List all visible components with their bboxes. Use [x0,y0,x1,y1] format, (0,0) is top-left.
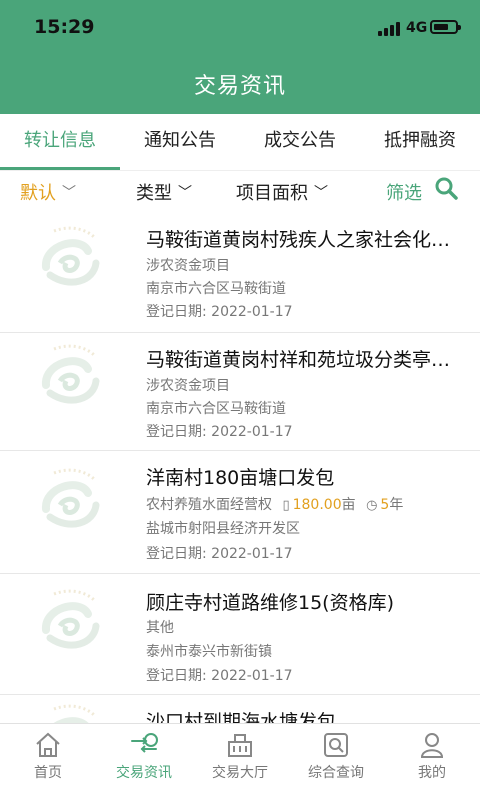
tabbar-query[interactable]: 综合查询 [288,730,384,782]
chevron-down-icon: ﹀ [62,185,76,201]
status-time: 15:29 [34,16,95,38]
item-term-unit: 年 [389,497,404,513]
tabbar-mine[interactable]: 我的 [384,730,480,782]
tabbar-home[interactable]: 首页 [0,730,96,782]
project-logo-icon [42,344,100,404]
map-icon: ▯ [282,498,290,513]
item-date: 登记日期: 2022-01-17 [146,546,293,562]
project-list[interactable]: 马鞍街道黄岗村残疾人之家社会化… 涉农资金项目 南京市六合区马鞍街道 登记日期:… [0,215,480,723]
area-dropdown[interactable]: 项目面积 ﹀ [236,179,328,205]
tabbar-query-label: 综合查询 [308,765,364,781]
user-icon [420,733,444,758]
project-logo-icon [42,226,100,286]
category-tabs: 转让信息 通知公告 成交公告 抵押融资 [0,114,480,170]
list-item[interactable]: 马鞍街道黄岗村祥和苑垃圾分类亭… 涉农资金项目 南京市六合区马鞍街道 登记日期:… [0,333,480,451]
list-item[interactable]: 沙口村到期海水塘发包 [0,695,480,723]
chevron-down-icon: ﹀ [314,185,328,201]
item-category: 农村养殖水面经营权 [146,497,272,513]
list-item[interactable]: 马鞍街道黄岗村残疾人之家社会化… 涉农资金项目 南京市六合区马鞍街道 登记日期:… [0,215,480,333]
item-location: 南京市六合区马鞍街道 [146,281,286,297]
tab-mortgage-finance[interactable]: 抵押融资 [360,114,480,170]
tabbar-news[interactable]: 交易资讯 [96,730,192,782]
area-label: 项目面积 [236,183,308,204]
item-term-value: 5 [380,497,390,513]
item-title: 马鞍街道黄岗村残疾人之家社会化… [146,229,451,251]
news-icon [131,733,158,753]
tabbar-home-label: 首页 [34,765,62,781]
filter-button[interactable]: 筛选 [386,179,422,205]
search-icon[interactable] [434,176,458,200]
item-info-line: 农村养殖水面经营权 ▯ 180.00亩 ◷ 5年 [146,494,403,514]
type-label: 类型 [136,183,172,204]
item-title: 马鞍街道黄岗村祥和苑垃圾分类亭… [146,349,451,371]
tabbar-hall[interactable]: 交易大厅 [192,730,288,782]
item-date: 登记日期: 2022-01-17 [146,304,293,320]
filter-bar: 默认 ﹀ 类型 ﹀ 项目面积 ﹀ 筛选 [0,170,480,215]
battery-icon [430,20,461,34]
type-dropdown[interactable]: 类型 ﹀ [136,179,192,205]
list-item[interactable]: 洋南村180亩塘口发包 农村养殖水面经营权 ▯ 180.00亩 ◷ 5年 盐城市射阳… [0,451,480,574]
item-date: 登记日期: 2022-01-17 [146,424,293,440]
sort-default-dropdown[interactable]: 默认 ﹀ [20,179,76,205]
item-area-unit: 亩 [341,497,356,513]
filter-label: 筛选 [386,183,422,204]
status-bar: 15:29 4G [0,0,480,56]
building-icon [228,734,252,757]
bottom-tab-bar: 首页 交易资讯 交易大厅 综合查询 我的 [0,723,480,801]
item-location: 南京市六合区马鞍街道 [146,401,286,417]
network-label: 4G [406,20,428,36]
project-logo-icon [42,589,100,649]
item-category: 其他 [146,620,174,636]
home-icon [36,732,60,757]
project-logo-icon [42,468,100,528]
tab-notice[interactable]: 通知公告 [120,114,240,170]
item-category: 涉农资金项目 [146,258,230,274]
tab-deal-announcement[interactable]: 成交公告 [240,114,360,170]
item-location: 泰州市泰兴市新街镇 [146,644,272,660]
sort-default-label: 默认 [20,183,56,204]
project-logo-icon [53,704,96,723]
top-header: 15:29 4G 交易资讯 [0,0,480,114]
query-icon [324,733,348,757]
item-category: 涉农资金项目 [146,378,230,394]
signal-icon [378,22,402,36]
tabbar-news-label: 交易资讯 [116,765,172,781]
item-date: 登记日期: 2022-01-17 [146,668,293,684]
page-title: 交易资讯 [193,74,286,99]
tab-transfer-info[interactable]: 转让信息 [0,114,120,170]
tabbar-mine-label: 我的 [418,765,446,781]
item-location: 盐城市射阳县经济开发区 [146,521,300,537]
item-title: 顾庄寺村道路维修15(资格库) [146,592,395,614]
item-area-value: 180.00 [292,497,342,513]
tabbar-hall-label: 交易大厅 [212,765,268,781]
item-title: 沙口村到期海水塘发包 [146,711,337,723]
item-title: 洋南村180亩塘口发包 [146,467,335,489]
chevron-down-icon: ﹀ [178,185,192,201]
list-item[interactable]: 顾庄寺村道路维修15(资格库) 其他 泰州市泰兴市新街镇 登记日期: 2022-… [0,574,480,695]
clock-icon: ◷ [366,498,378,513]
